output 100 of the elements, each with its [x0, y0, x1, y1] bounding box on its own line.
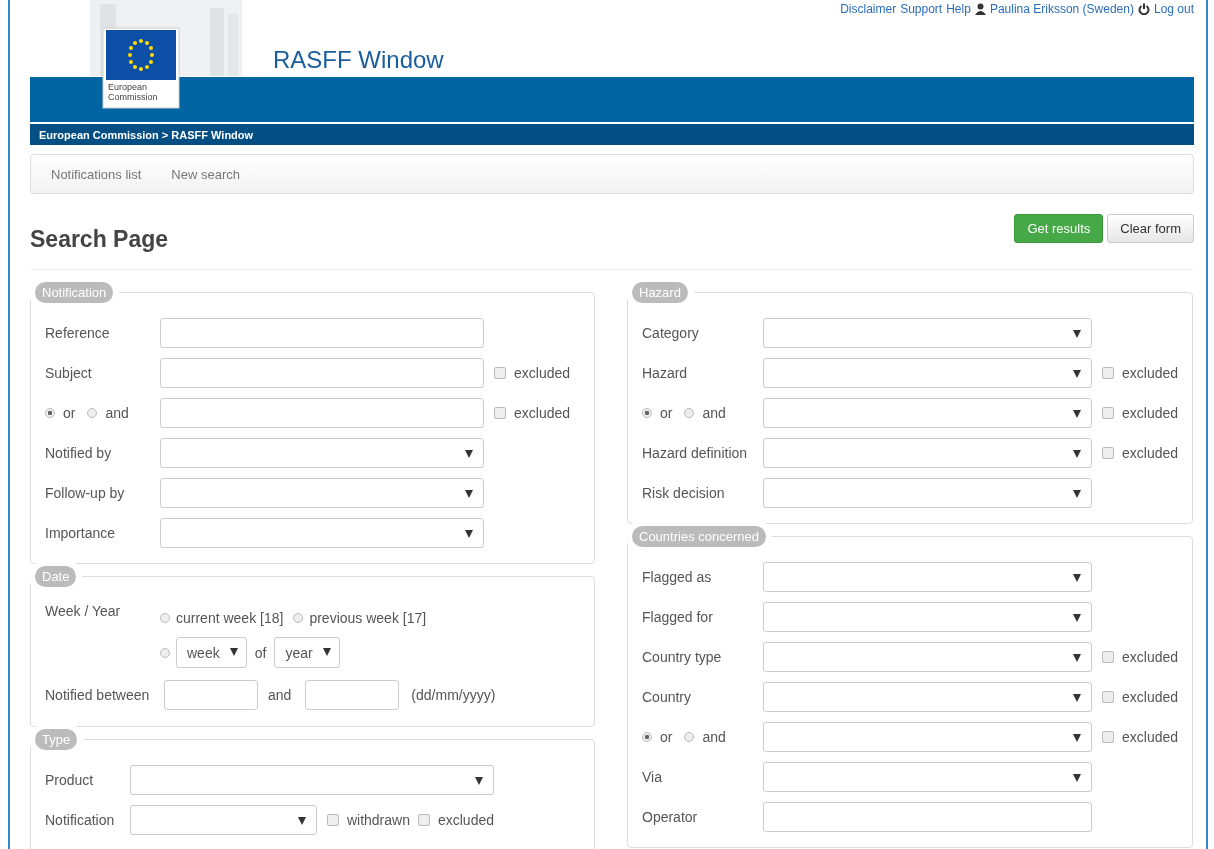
radio-label: previous week [17]	[309, 610, 427, 626]
field-label: Notified by	[45, 445, 113, 461]
checkbox[interactable]	[1102, 651, 1114, 663]
checkbox-label: excluded	[514, 405, 571, 421]
checkbox-label: withdrawn	[346, 812, 410, 828]
date-format-hint: (dd/mm/yyyy)	[411, 687, 496, 703]
caret-icon	[229, 648, 238, 656]
caret-icon	[1073, 734, 1081, 742]
radio-button[interactable]	[642, 408, 652, 418]
input-field[interactable]	[160, 318, 484, 348]
field-label: Country type	[642, 649, 723, 665]
select-field[interactable]	[763, 642, 1092, 672]
caret-icon	[1073, 614, 1081, 622]
and-label: and	[268, 687, 292, 703]
user-icon	[974, 3, 986, 15]
field-label: Notified between	[45, 687, 151, 703]
nav-link[interactable]: New search	[171, 166, 240, 182]
field-label: Product	[45, 772, 95, 788]
field-label: Via	[642, 769, 663, 785]
clear-form-button[interactable]: Clear form	[1107, 214, 1194, 243]
select-field[interactable]	[763, 438, 1092, 468]
breadcrumb[interactable]: European Commission > RASFF Window	[39, 128, 254, 141]
field-label: Week / Year	[45, 603, 122, 619]
input-field[interactable]	[763, 802, 1092, 832]
caret-icon	[465, 490, 473, 498]
caret-icon	[1073, 370, 1081, 378]
nav-link[interactable]: Notifications list	[51, 166, 142, 182]
field-label: Flagged for	[642, 609, 714, 625]
radio-button[interactable]	[87, 408, 98, 418]
checkbox-label: excluded	[1122, 649, 1179, 665]
select-field[interactable]	[763, 478, 1092, 508]
radio-button[interactable]	[293, 613, 304, 623]
caret-icon	[475, 777, 483, 785]
page-title: Search Page	[30, 226, 169, 253]
logout-link[interactable]: Log out	[1153, 2, 1194, 16]
of-label: of	[254, 644, 267, 661]
header-link[interactable]: Disclaimer	[840, 2, 897, 16]
checkbox-label: excluded	[514, 365, 571, 381]
radio-label: current week [18]	[176, 610, 284, 626]
select-field[interactable]	[763, 318, 1092, 348]
get-results-button[interactable]: Get results	[1014, 214, 1104, 243]
select-field[interactable]	[160, 518, 484, 548]
field-label: Reference	[45, 325, 111, 341]
checkbox[interactable]	[326, 814, 339, 826]
week-select[interactable]: week	[176, 637, 247, 668]
select-field[interactable]	[130, 765, 494, 795]
header-link[interactable]: Help	[946, 2, 971, 16]
radio-button[interactable]	[45, 408, 55, 418]
checkbox[interactable]	[1102, 691, 1114, 703]
date-field[interactable]	[164, 680, 258, 710]
logo-caption: European Commission	[108, 82, 159, 102]
caret-icon	[1073, 410, 1081, 418]
select-field[interactable]	[763, 762, 1092, 792]
radio-button[interactable]	[160, 647, 170, 658]
select-field[interactable]	[763, 358, 1092, 388]
power-icon	[1137, 3, 1150, 15]
field-label: Hazard	[642, 365, 689, 381]
checkbox-label: excluded	[437, 812, 494, 828]
select-field[interactable]	[763, 602, 1092, 632]
checkbox[interactable]	[1102, 731, 1114, 743]
select-field[interactable]	[763, 398, 1092, 428]
checkbox[interactable]	[1102, 407, 1114, 419]
checkbox-label: excluded	[1122, 365, 1179, 381]
radio-label: and	[702, 729, 726, 745]
header-link[interactable]: Support	[900, 2, 943, 16]
radio-button[interactable]	[684, 408, 695, 418]
caret-icon	[1073, 330, 1081, 338]
checkbox[interactable]	[417, 814, 430, 826]
select-field[interactable]	[763, 722, 1092, 752]
field-label: Country	[642, 689, 693, 705]
select-field[interactable]	[160, 478, 484, 508]
input-field[interactable]	[160, 358, 484, 388]
field-label: Follow-up by	[45, 485, 126, 501]
year-select[interactable]: year	[274, 637, 340, 668]
field-label: Operator	[642, 809, 699, 825]
field-label: Flagged as	[642, 569, 713, 585]
select-field[interactable]	[160, 438, 484, 468]
user-link[interactable]: Paulina Eriksson (Sweden)	[989, 2, 1134, 16]
radio-button[interactable]	[642, 732, 652, 742]
caret-icon	[297, 817, 306, 825]
checkbox-label: excluded	[1122, 689, 1179, 705]
radio-button[interactable]	[684, 732, 695, 742]
caret-icon	[322, 648, 331, 656]
radio-label: and	[105, 405, 129, 421]
checkbox[interactable]	[1102, 367, 1114, 379]
field-label: Subject	[45, 365, 93, 381]
field-label: Category	[642, 325, 700, 341]
radio-button[interactable]	[160, 613, 170, 623]
date-field[interactable]	[305, 680, 400, 710]
select-field[interactable]	[763, 562, 1092, 592]
checkbox[interactable]	[494, 367, 506, 379]
select-field[interactable]	[763, 682, 1092, 712]
radio-label: or	[660, 729, 673, 745]
radio-label: or	[660, 405, 673, 421]
checkbox[interactable]	[1102, 447, 1114, 459]
input-field[interactable]	[160, 398, 484, 428]
radio-label: or	[63, 405, 76, 421]
select-field[interactable]	[130, 805, 317, 835]
field-label: Notification	[45, 812, 116, 828]
checkbox[interactable]	[494, 407, 506, 419]
